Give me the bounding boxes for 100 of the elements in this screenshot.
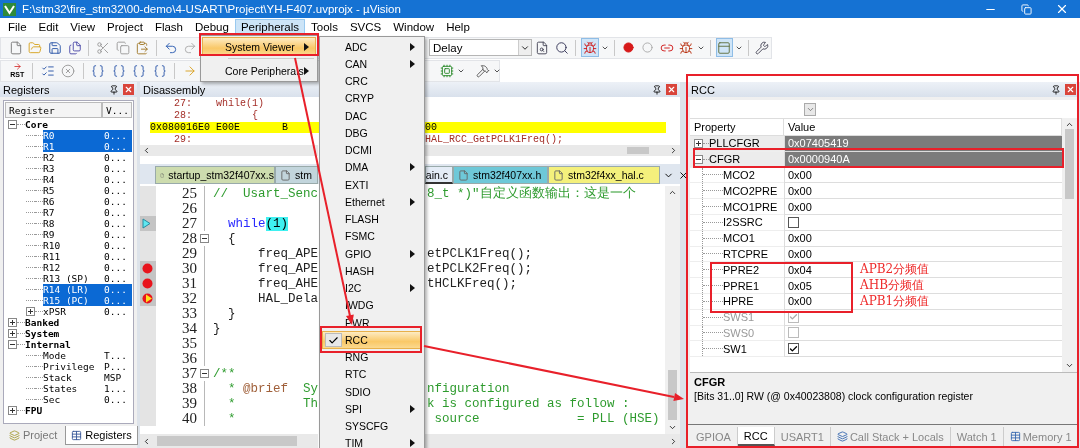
menu-item[interactable]: EXTI (322, 176, 422, 194)
menu-item[interactable]: RNG (322, 348, 422, 366)
register-row[interactable]: FPU (25, 405, 132, 416)
expand-icon[interactable] (694, 138, 703, 148)
menu-item[interactable]: Ethernet (322, 193, 422, 211)
menu-item[interactable]: Edit (32, 18, 65, 36)
scroll-down-icon[interactable] (668, 423, 677, 432)
register-row[interactable]: R12 0... (43, 262, 132, 273)
menu-item[interactable]: DBG (322, 124, 422, 142)
file-tab[interactable]: stm32f4xx_hal.c (548, 166, 660, 184)
register-row[interactable]: Core (25, 119, 132, 130)
window-icon[interactable] (715, 38, 733, 57)
register-row[interactable]: R0 0... (43, 130, 132, 141)
register-row[interactable]: R15 (PC) 0... (43, 295, 132, 306)
column-header[interactable]: Register (5, 102, 102, 118)
register-row[interactable]: R5 0... (43, 185, 132, 196)
register-row[interactable]: R6 0... (43, 196, 132, 207)
register-row[interactable]: Privilege P... (43, 361, 132, 372)
panel-tab[interactable]: Project (3, 426, 64, 445)
file-tab[interactable]: startup_stm32f407xx.s (155, 166, 275, 184)
expand-icon[interactable] (8, 318, 17, 327)
register-row[interactable]: Stack MSP (43, 372, 132, 383)
menu-item[interactable]: DAC (322, 107, 422, 125)
restore-icon[interactable] (1020, 3, 1032, 15)
panel-tab[interactable]: Registers (65, 426, 138, 445)
file-tab[interactable]: stm32f407xx.h (453, 166, 548, 184)
register-row[interactable]: R1 0... (43, 141, 132, 152)
scrollbar-thumb[interactable] (1064, 129, 1074, 199)
scroll-up-icon[interactable] (1064, 120, 1074, 129)
wrench-icon[interactable] (753, 38, 771, 57)
register-row[interactable]: R11 0... (43, 251, 132, 262)
column-header[interactable]: V... (102, 102, 132, 118)
column-header[interactable]: Property (690, 119, 784, 135)
scrollbar-thumb[interactable] (157, 436, 297, 446)
menu-item[interactable]: HASH (322, 262, 422, 280)
menu-item[interactable]: RTC (322, 365, 422, 383)
menu-item[interactable]: CRC (322, 72, 422, 90)
register-row[interactable]: Mode T... (43, 350, 132, 361)
close-button[interactable] (1064, 84, 1076, 95)
file-tab[interactable]: ain.c (425, 166, 453, 184)
expand-icon[interactable] (8, 329, 17, 338)
menu-item[interactable]: FLASH (322, 210, 422, 228)
menu-item[interactable]: FSMC (322, 227, 422, 245)
checkbox[interactable] (788, 216, 799, 228)
scroll-right-icon[interactable] (669, 146, 678, 155)
collapse-icon[interactable] (8, 120, 17, 129)
menu-item[interactable]: TIM (322, 434, 422, 448)
register-row[interactable]: R13 (SP) 0... (43, 273, 132, 284)
scroll-down-icon[interactable] (1064, 361, 1074, 370)
register-row[interactable]: xPSR 0... (43, 306, 132, 317)
menu-item[interactable]: DMA (322, 158, 422, 176)
register-row[interactable]: R9 0... (43, 229, 132, 240)
register-row[interactable]: R2 0... (43, 152, 132, 163)
register-row[interactable]: States 1... (43, 383, 132, 394)
expand-icon[interactable] (8, 406, 17, 415)
register-row[interactable]: R8 0... (43, 218, 132, 229)
scroll-left-icon[interactable] (142, 436, 151, 446)
menu-item[interactable]: Project (101, 18, 149, 36)
column-header[interactable]: Value (784, 119, 1062, 135)
close-button[interactable] (123, 84, 134, 95)
close-icon[interactable] (678, 170, 689, 181)
file-tab[interactable]: stm (275, 166, 318, 184)
menu-item[interactable]: View (64, 18, 102, 36)
pin-icon[interactable] (652, 84, 662, 95)
menu-item[interactable]: DCMI (322, 141, 422, 159)
register-row[interactable]: Internal (25, 339, 132, 350)
pin-icon[interactable] (1050, 84, 1061, 95)
menu-item[interactable]: SDIO (322, 383, 422, 401)
menu-item[interactable]: File (2, 18, 33, 36)
expand-icon[interactable] (26, 307, 35, 316)
register-row[interactable]: R7 0... (43, 207, 132, 218)
menu-item[interactable]: Window (387, 18, 441, 36)
register-row[interactable]: System (25, 328, 132, 339)
panel-tab[interactable]: RCC (737, 427, 775, 446)
menu-item[interactable]: Tools (305, 18, 344, 36)
register-row[interactable]: R3 0... (43, 163, 132, 174)
register-row[interactable]: Banked (25, 317, 132, 328)
close-button[interactable] (666, 84, 677, 95)
menu-item[interactable]: Flash (148, 18, 189, 36)
collapse-icon[interactable] (694, 154, 703, 164)
register-row[interactable]: R4 0... (43, 174, 132, 185)
menu-item[interactable]: SPI (322, 400, 422, 418)
menu-item[interactable]: I2C (322, 279, 422, 297)
debug-icon[interactable] (581, 38, 599, 57)
menu-item[interactable]: SVCS (343, 18, 388, 36)
find-combo[interactable]: Delay (429, 39, 532, 56)
fold-icon[interactable] (199, 234, 209, 243)
fold-icon[interactable] (199, 369, 209, 378)
register-row[interactable]: R14 (LR) 0... (43, 284, 132, 295)
scrollbar-thumb[interactable] (627, 146, 649, 155)
menu-item[interactable]: ADC (322, 38, 422, 56)
menu-item[interactable]: CRYP (322, 89, 422, 107)
dropdown-button[interactable] (804, 102, 816, 116)
menu-item[interactable]: Help (440, 18, 476, 36)
checkbox[interactable] (788, 343, 799, 355)
menu-item[interactable]: GPIO (322, 245, 422, 263)
menu-item[interactable]: SYSCFG (322, 417, 422, 435)
menu-item[interactable]: Debug (189, 18, 235, 36)
scroll-up-icon[interactable] (668, 188, 677, 197)
menu-item[interactable]: RCC (322, 331, 422, 349)
